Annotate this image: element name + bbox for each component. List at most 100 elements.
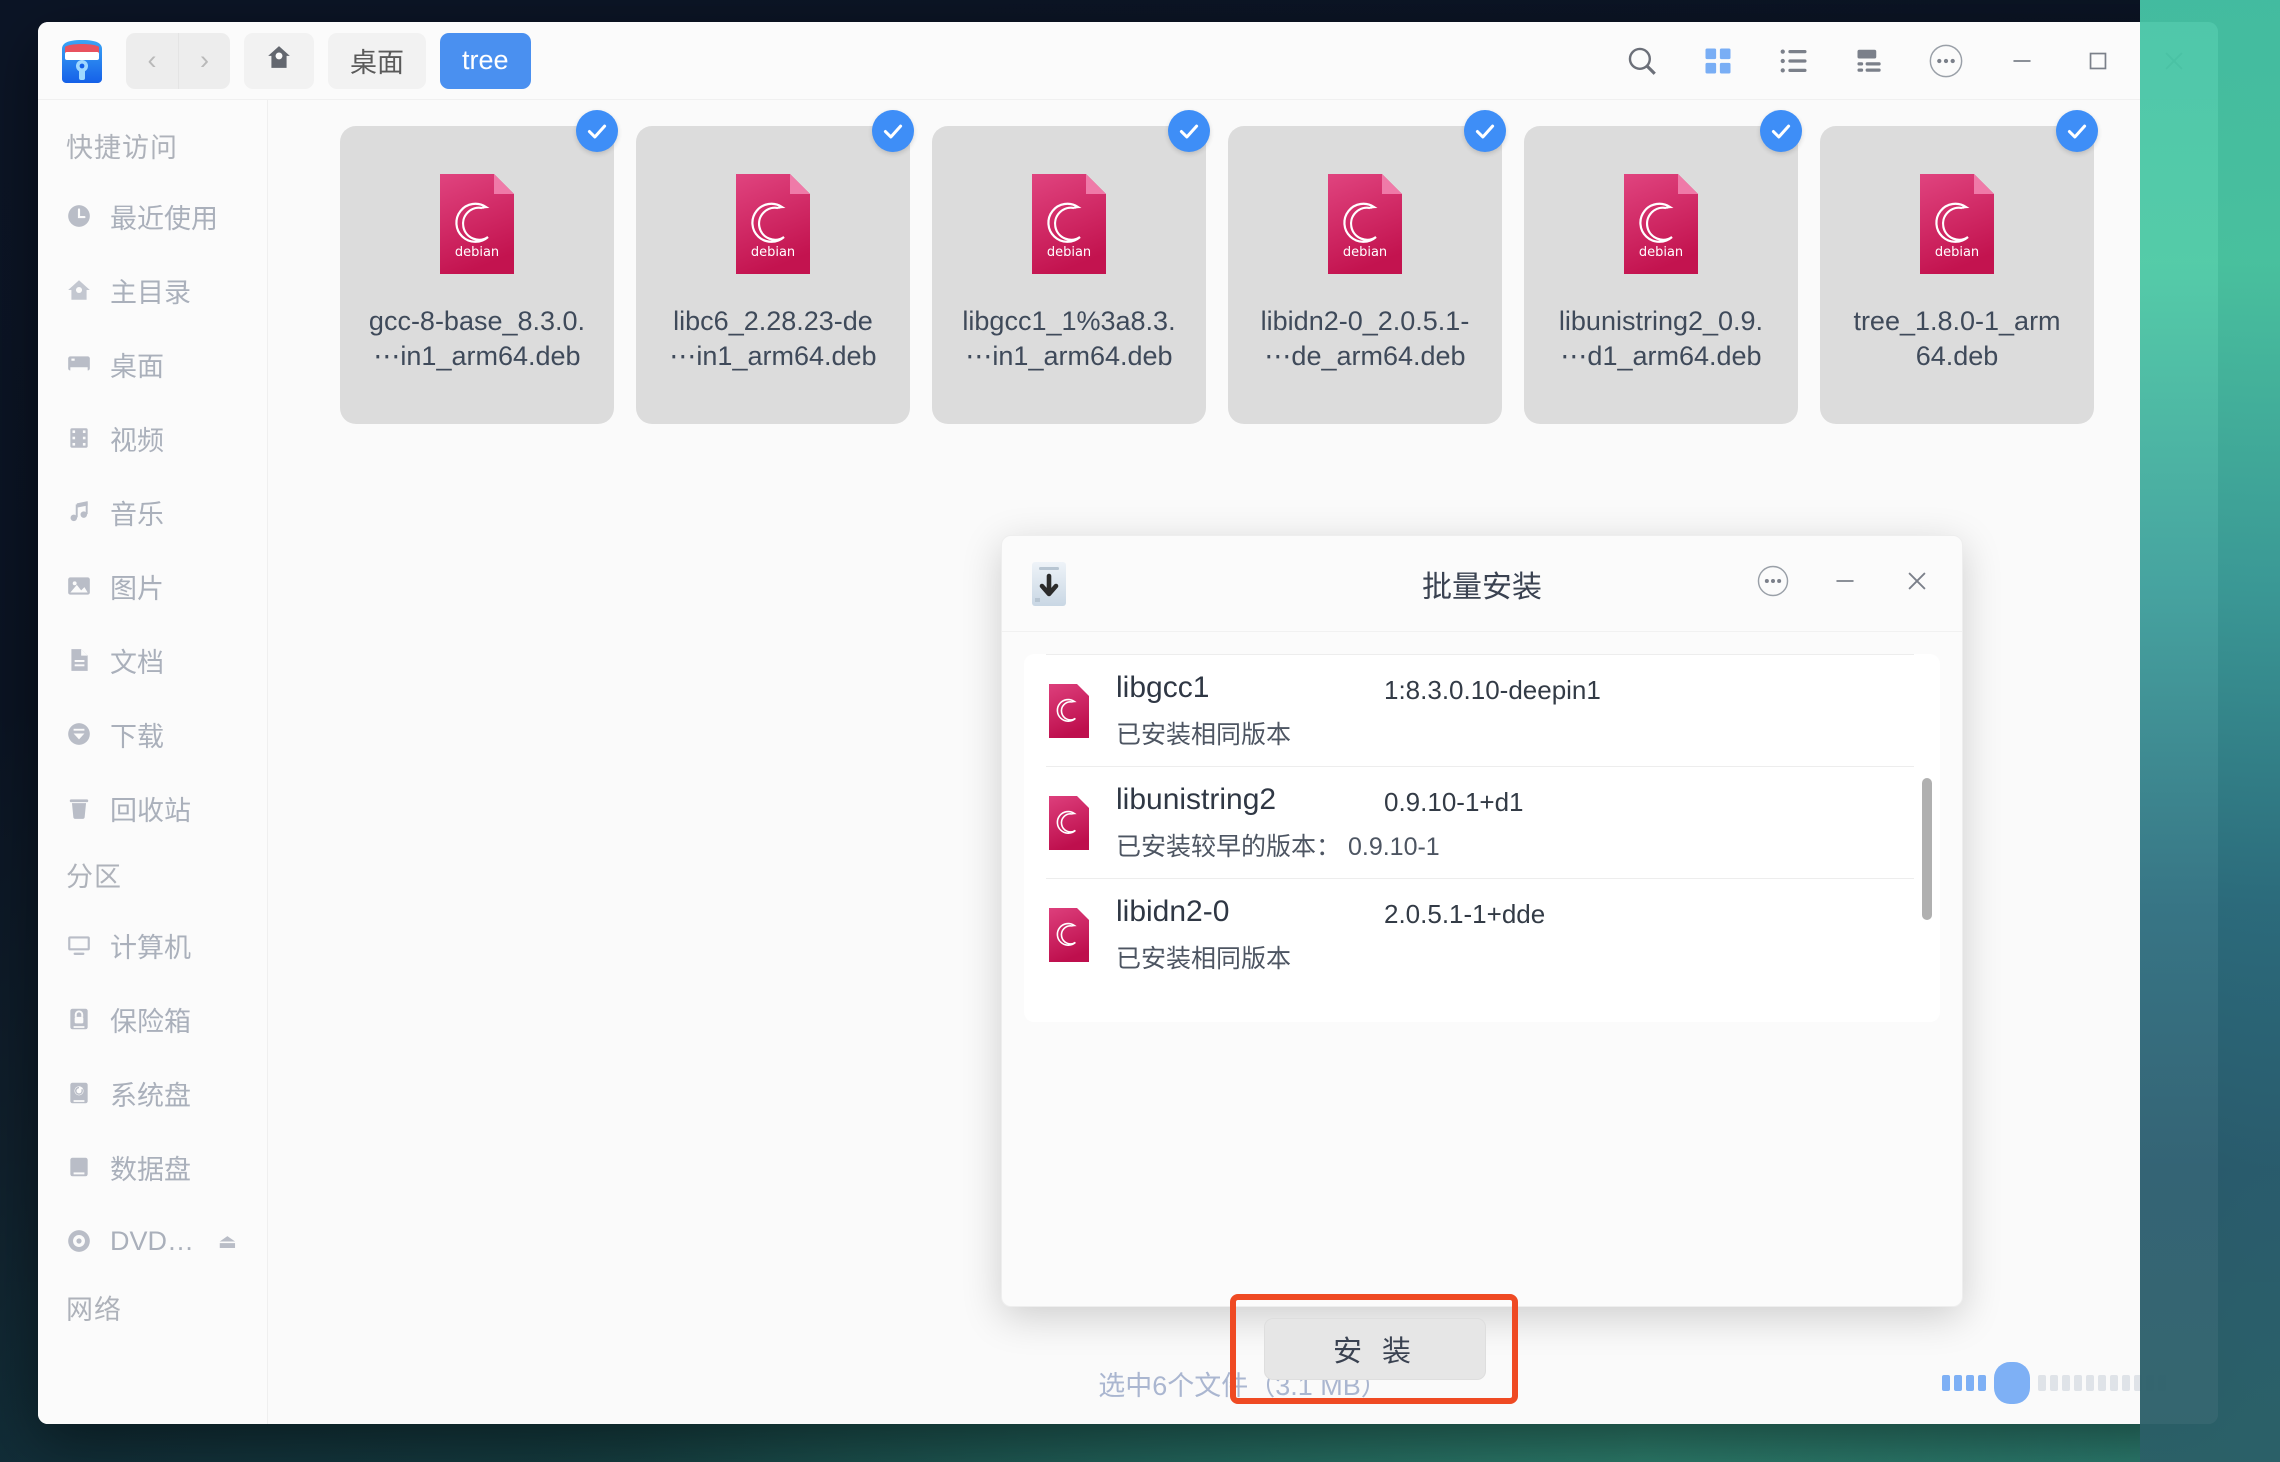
file-item[interactable]: debian libgcc1_1%3a8.3. ⋯in1_arm64.deb <box>932 110 1210 424</box>
dialog-minimize-button[interactable] <box>1814 553 1876 615</box>
file-name-line2: ⋯de_arm64.deb <box>1264 340 1466 371</box>
package-installer-icon <box>1024 559 1074 609</box>
slider-tick <box>2050 1375 2058 1391</box>
titlebar: ‹ › 桌面 tree <box>38 22 2218 100</box>
selected-check-icon <box>1464 110 1506 152</box>
breadcrumb-tree[interactable]: tree <box>440 32 531 89</box>
icon-view-button[interactable] <box>1680 22 1756 100</box>
sidebar-item-trash[interactable]: 回收站 <box>38 771 267 845</box>
slider-tick <box>2062 1375 2070 1391</box>
sidebar-item-label: 最近使用 <box>110 203 218 234</box>
slider-knob[interactable] <box>1994 1362 2030 1404</box>
dvd-icon <box>66 1228 92 1254</box>
sidebar-item-label: 桌面 <box>110 351 164 382</box>
file-manager-icon <box>56 35 108 87</box>
minimize-button[interactable] <box>1984 22 2060 100</box>
package-list[interactable]: libgcc1 1:8.3.0.10-deepin1 已安装相同版本 libun… <box>1024 654 1940 1022</box>
debian-package-icon: debian <box>434 170 520 278</box>
sidebar-item-videos[interactable]: 视频 <box>38 401 267 475</box>
file-item[interactable]: debian libidn2-0_2.0.5.1- ⋯de_arm64.deb <box>1228 110 1506 424</box>
slider-tick <box>2086 1375 2094 1391</box>
forward-arrow-icon: › <box>200 45 209 75</box>
home-icon <box>66 277 92 303</box>
file-manager-window: ‹ › 桌面 tree 快捷访问 最近使用 主目录 桌面 视频 音乐 图片 文档… <box>38 22 2218 1424</box>
file-name: tree_1.8.0-1_arm 64.deb <box>1833 304 2081 373</box>
dialog-more-options-button[interactable] <box>1742 553 1804 615</box>
sidebar-item-computer[interactable]: 计算机 <box>38 908 267 982</box>
home-button[interactable] <box>244 32 314 89</box>
search-button[interactable] <box>1604 22 1680 100</box>
selected-check-icon <box>2056 110 2098 152</box>
computer-icon <box>66 932 92 958</box>
package-row[interactable]: libgcc1 1:8.3.0.10-deepin1 已安装相同版本 <box>1046 654 1914 766</box>
more-options-icon <box>1754 562 1792 605</box>
package-row[interactable]: libunistring2 0.9.10-1+d1 已安装较早的版本： 0.9.… <box>1046 766 1914 878</box>
sidebar-item-home[interactable]: 主目录 <box>38 253 267 327</box>
file-item[interactable]: debian gcc-8-base_8.3.0. ⋯in1_arm64.deb <box>340 110 618 424</box>
selected-check-icon <box>1168 110 1210 152</box>
search-icon <box>1625 44 1659 78</box>
system-disk-icon <box>66 1080 92 1106</box>
package-status-text: 已安装相同版本 <box>1116 944 1292 973</box>
selected-check-icon <box>872 110 914 152</box>
sidebar-item-documents[interactable]: 文档 <box>38 623 267 697</box>
file-item[interactable]: debian tree_1.8.0-1_arm 64.deb <box>1820 110 2098 424</box>
sidebar-item-vault[interactable]: 保险箱 <box>38 982 267 1056</box>
sidebar-item-pictures[interactable]: 图片 <box>38 549 267 623</box>
detail-view-button[interactable] <box>1832 22 1908 100</box>
close-icon <box>1900 564 1934 603</box>
slider-tick <box>2110 1375 2118 1391</box>
sidebar-item-label: 计算机 <box>110 932 191 963</box>
debian-package-icon <box>1046 682 1092 740</box>
file-name: libidn2-0_2.0.5.1- ⋯de_arm64.deb <box>1241 304 1489 373</box>
home-icon <box>266 44 292 77</box>
package-status-text: 已安装相同版本 <box>1116 720 1292 749</box>
back-button[interactable]: ‹ <box>126 33 178 89</box>
detail-view-icon <box>1855 46 1885 76</box>
file-name-line2: ⋯d1_arm64.deb <box>1560 340 1762 371</box>
vault-icon <box>66 1006 92 1032</box>
file-name-line2: 64.deb <box>1915 340 1999 371</box>
install-button[interactable]: 安 装 <box>1264 1318 1486 1380</box>
eject-icon[interactable]: ⏏ <box>218 1229 237 1254</box>
sidebar-item-downloads[interactable]: 下载 <box>38 697 267 771</box>
list-view-button[interactable] <box>1756 22 1832 100</box>
slider-tick <box>1942 1375 1950 1391</box>
forward-button[interactable]: › <box>178 32 230 89</box>
dialog-titlebar: 批量安装 <box>1002 536 1962 632</box>
package-name: libidn2-0 <box>1116 894 1230 928</box>
sidebar-item-desktop[interactable]: 桌面 <box>38 327 267 401</box>
package-row[interactable]: libidn2-0 2.0.5.1-1+dde 已安装相同版本 <box>1046 878 1914 990</box>
debian-package-icon: debian <box>1322 170 1408 278</box>
file-name-line1: libc6_2.28.23-de <box>673 306 873 336</box>
package-version: 2.0.5.1-1+dde <box>1384 898 1546 929</box>
file-item[interactable]: debian libunistring2_0.9. ⋯d1_arm64.deb <box>1524 110 1802 424</box>
icon-size-slider[interactable] <box>1942 1362 2166 1404</box>
sidebar-item-dvd[interactable]: DVD… ⏏ <box>38 1204 267 1278</box>
clock-icon <box>66 203 92 229</box>
breadcrumb-desktop[interactable]: 桌面 <box>328 32 426 89</box>
slider-tick <box>2074 1375 2082 1391</box>
more-options-icon <box>1927 42 1965 80</box>
list-view-icon <box>1779 46 1809 76</box>
maximize-icon <box>2082 45 2114 77</box>
sidebar-item-music[interactable]: 音乐 <box>38 475 267 549</box>
picture-icon <box>66 573 92 599</box>
file-item[interactable]: debian libc6_2.28.23-de ⋯in1_arm64.deb <box>636 110 914 424</box>
sidebar-item-system-disk[interactable]: 系统盘 <box>38 1056 267 1130</box>
close-button[interactable] <box>2136 22 2212 100</box>
dialog-close-button[interactable] <box>1886 553 1948 615</box>
sidebar[interactable]: 快捷访问 最近使用 主目录 桌面 视频 音乐 图片 文档 下载 回收站 分区 计… <box>38 100 268 1424</box>
document-icon <box>66 647 92 673</box>
sidebar-item-label: DVD… <box>110 1225 195 1256</box>
breadcrumb-label: tree <box>462 45 509 75</box>
sidebar-item-data-disk[interactable]: 数据盘 <box>38 1130 267 1204</box>
file-name-line2: ⋯in1_arm64.deb <box>669 340 877 371</box>
package-status: 已安装相同版本 <box>1116 715 1291 751</box>
package-status: 已安装相同版本 <box>1116 939 1291 975</box>
maximize-button[interactable] <box>2060 22 2136 100</box>
more-options-button[interactable] <box>1908 22 1984 100</box>
package-list-scrollbar[interactable] <box>1922 778 1932 920</box>
sidebar-item-recent[interactable]: 最近使用 <box>38 179 267 253</box>
selected-check-icon <box>1760 110 1802 152</box>
